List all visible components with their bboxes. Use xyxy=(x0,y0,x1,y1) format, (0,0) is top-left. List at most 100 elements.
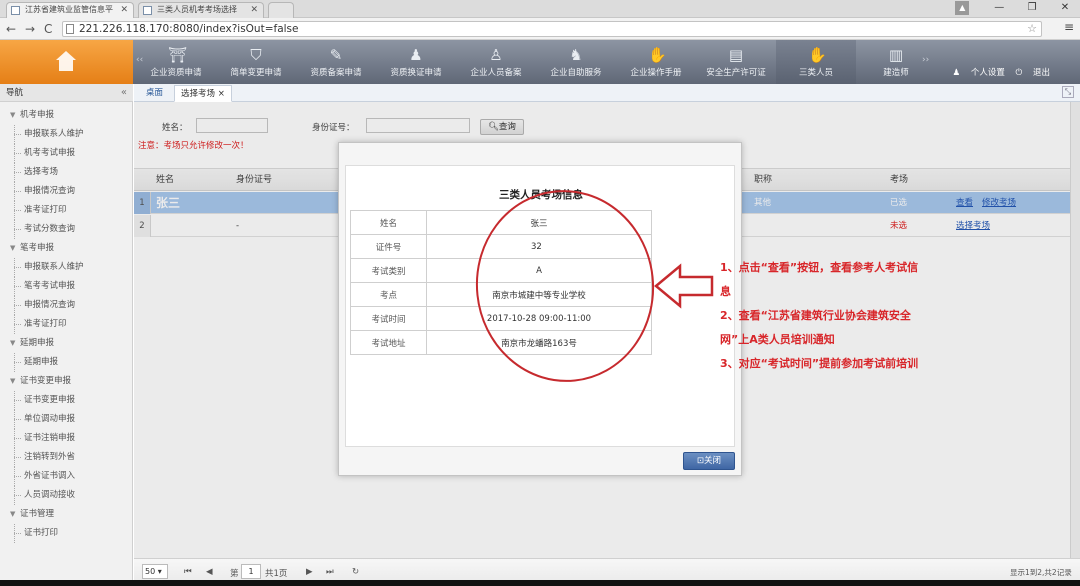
page-icon xyxy=(66,24,74,34)
expand-icon: ▼ xyxy=(10,377,16,385)
expand-icon: ▼ xyxy=(10,510,16,518)
handshake-icon: ✋ xyxy=(808,46,827,64)
sidebar-item[interactable]: 笔考考试申报 xyxy=(0,277,133,296)
info-value: 南京市龙蟠路163号 xyxy=(426,330,652,355)
prev-page-icon[interactable]: ◀ xyxy=(206,567,213,577)
browser-tab-title: 三类人员机考考场选择 xyxy=(157,5,237,14)
page-size-select[interactable]: 50 ▾ xyxy=(142,564,168,579)
sidebar-item[interactable]: 人员调动接收 xyxy=(0,486,133,505)
sidebar-item[interactable]: 注销转到外省 xyxy=(0,448,133,467)
sidebar-item[interactable]: 证书变更申报 xyxy=(0,391,133,410)
sidebar-item[interactable]: 证书注销申报 xyxy=(0,429,133,448)
nav-enterprise-qualification[interactable]: ⛩ 企业资质申请 xyxy=(136,40,216,84)
sidebar-group[interactable]: ▼ 机考申报 xyxy=(0,106,133,125)
annotation-line: 息 xyxy=(720,285,731,298)
worker-icon: ✎ xyxy=(329,46,343,64)
nav-three-types-personnel[interactable]: ✋ 三类人员 xyxy=(776,40,856,84)
info-row: 考试地址 南京市龙蟠路163号 xyxy=(350,330,652,355)
home-icon xyxy=(56,51,76,71)
info-value: A xyxy=(426,258,652,283)
nav-staff-filing[interactable]: ♙ 企业人员备案 xyxy=(456,40,536,84)
info-key: 考试地址 xyxy=(350,330,427,355)
browser-menu-icon[interactable]: ≡ xyxy=(1064,20,1074,34)
sidebar-item[interactable]: 单位调动申报 xyxy=(0,410,133,429)
page-prefix: 第 xyxy=(230,569,239,579)
last-page-icon[interactable]: ⏭ xyxy=(326,567,334,577)
close-dialog-button[interactable]: ⊡关闭 xyxy=(683,452,735,470)
nav-self-service[interactable]: ♞ 企业自助服务 xyxy=(536,40,616,84)
tab-select-exam-room[interactable]: 选择考场 × xyxy=(174,85,232,102)
sidebar-group[interactable]: ▼ 证书管理 xyxy=(0,505,133,524)
settings-link[interactable]: ♟ 个人设置 xyxy=(953,68,1005,78)
nav-label: 三类人员 xyxy=(798,68,833,78)
user-icon[interactable]: ▲ xyxy=(955,1,970,15)
sidebar-item[interactable]: 申报情况查询 xyxy=(0,182,133,201)
collapse-sidebar-icon[interactable]: « xyxy=(121,84,127,102)
home-button[interactable] xyxy=(0,40,133,84)
browser-tab-bar: 江苏省建筑业监管信息平 ✕ 三类人员机考考场选择 ✕ ▲ — ❐ ✕ xyxy=(0,0,1080,18)
minimize-button[interactable]: — xyxy=(984,0,1014,16)
document-icon: ▤ xyxy=(728,46,744,64)
sidebar-item[interactable]: 申报情况查询 xyxy=(0,296,133,315)
next-page-icon[interactable]: ▶ xyxy=(306,567,313,577)
nav-certificate-renewal[interactable]: ♟ 资质换证申请 xyxy=(376,40,456,84)
forward-icon[interactable]: → xyxy=(25,21,35,37)
sidebar-item[interactable]: 考试分数查询 xyxy=(0,220,133,239)
info-value: 32 xyxy=(426,234,652,259)
nav-label: 资质换证申请 xyxy=(390,68,442,78)
close-tab-icon[interactable]: ✕ xyxy=(120,3,128,17)
sidebar-item[interactable]: 机考考试申报 xyxy=(0,144,133,163)
close-tab-icon[interactable]: ✕ xyxy=(250,3,258,17)
nav-qualification-filing[interactable]: ✎ 资质备案申请 xyxy=(296,40,376,84)
page-size-value: 50 xyxy=(145,567,156,576)
logout-link[interactable]: ⏻ 退出 xyxy=(1016,68,1050,78)
tab-desktop[interactable]: 桌面 xyxy=(140,85,169,102)
page-number-input[interactable]: 1 xyxy=(241,564,261,579)
sidebar-group[interactable]: ▼ 延期申报 xyxy=(0,334,133,353)
sidebar-item[interactable]: 准考证打印 xyxy=(0,201,133,220)
sidebar-group[interactable]: ▼ 笔考申报 xyxy=(0,239,133,258)
url-text: 221.226.118.170:8080/index?isOut=false xyxy=(79,23,299,35)
info-row: 考点 南京市城建中等专业学校 xyxy=(350,282,652,307)
url-input[interactable]: 221.226.118.170:8080/index?isOut=false ☆ xyxy=(62,21,1042,37)
info-row: 证件号 32 xyxy=(350,234,652,259)
shield-icon: ⛉ xyxy=(250,46,262,64)
sidebar-item[interactable]: 申报联系人维护 xyxy=(0,258,133,277)
first-page-icon[interactable]: ⏮ xyxy=(184,567,192,577)
close-all-icon[interactable]: ⤡ xyxy=(1062,86,1074,98)
address-bar: ← → C 221.226.118.170:8080/index?isOut=f… xyxy=(0,18,1080,40)
refresh-icon[interactable]: ↻ xyxy=(352,567,359,577)
close-icon: ⊡ xyxy=(696,456,705,466)
sidebar-tree: ▼ 机考申报 申报联系人维护 机考考试申报 选择考场 申报情况查询 准考证打印 考… xyxy=(0,106,133,543)
back-icon[interactable]: ← xyxy=(6,21,16,37)
nav-simple-change[interactable]: ⛉ 简单变更申请 xyxy=(216,40,296,84)
reload-icon[interactable]: C xyxy=(44,21,52,37)
nav-label: 企业自助服务 xyxy=(550,68,602,78)
nav-label: 安全生产许可证 xyxy=(706,68,766,78)
nav-operation-manual[interactable]: ✋ 企业操作手册 xyxy=(616,40,696,84)
nav-safety-license[interactable]: ▤ 安全生产许可证 xyxy=(696,40,776,84)
new-tab-button[interactable] xyxy=(268,2,294,18)
sidebar-group[interactable]: ▼ 证书变更申报 xyxy=(0,372,133,391)
sidebar-title: 导航 xyxy=(6,88,24,98)
logout-label: 退出 xyxy=(1032,68,1050,78)
sidebar-item[interactable]: 外省证书调入 xyxy=(0,467,133,486)
sidebar-item[interactable]: 选择考场 xyxy=(0,163,133,182)
sidebar-item[interactable]: 准考证打印 xyxy=(0,315,133,334)
sidebar-item[interactable]: 延期申报 xyxy=(0,353,133,372)
badge-icon: ♙ xyxy=(489,46,503,64)
expand-icon: ▼ xyxy=(10,339,16,347)
close-tab-icon[interactable]: × xyxy=(218,89,225,99)
browser-tab-inactive[interactable]: 三类人员机考考场选择 ✕ xyxy=(138,2,264,18)
maximize-button[interactable]: ❐ xyxy=(1017,0,1047,16)
sidebar-item[interactable]: 证书打印 xyxy=(0,524,133,543)
info-key: 考试类别 xyxy=(350,258,427,283)
bookmark-star-icon[interactable]: ☆ xyxy=(1027,22,1037,36)
close-window-button[interactable]: ✕ xyxy=(1050,0,1080,16)
nav-constructor[interactable]: ▥ 建造师 xyxy=(856,40,936,84)
sidebar-item[interactable]: 申报联系人维护 xyxy=(0,125,133,144)
handshake-icon: ✋ xyxy=(648,46,667,64)
browser-tab-active[interactable]: 江苏省建筑业监管信息平 ✕ xyxy=(6,2,134,18)
close-label: 关闭 xyxy=(704,456,722,466)
annotation-line: 2、查看“江苏省建筑行业协会建筑安全 xyxy=(720,309,911,322)
